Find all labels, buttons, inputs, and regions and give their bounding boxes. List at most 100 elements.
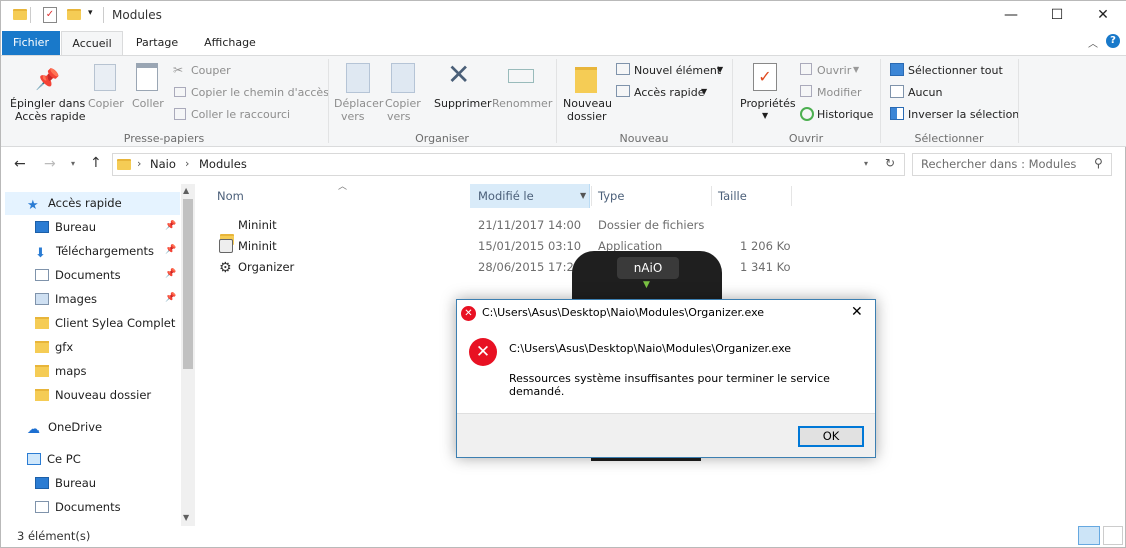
error-dialog: ✕ C:\Users\Asus\Desktop\Naio\Modules\Org… bbox=[456, 299, 876, 458]
tab-fichier[interactable]: Fichier bbox=[2, 31, 60, 55]
edit-button[interactable]: Modifier bbox=[817, 86, 861, 99]
move-to-button-2[interactable]: vers bbox=[341, 110, 365, 123]
nav-scrollbar-thumb[interactable] bbox=[183, 199, 193, 369]
ok-button[interactable]: OK bbox=[798, 426, 864, 447]
cut-button[interactable]: Couper bbox=[191, 64, 231, 77]
nav-item-label: Bureau bbox=[55, 220, 97, 234]
select-none-button[interactable]: Aucun bbox=[908, 86, 943, 99]
file-date: 28/06/2015 17:25 bbox=[478, 260, 582, 274]
tiles-view-icon[interactable] bbox=[1103, 526, 1123, 545]
breadcrumb-modules[interactable]: Modules bbox=[199, 157, 247, 171]
folder-icon bbox=[35, 389, 49, 401]
nav-item[interactable]: ⬇ Téléchargements bbox=[35, 240, 154, 262]
scroll-up-icon[interactable]: ▲ bbox=[183, 186, 189, 195]
copy-button[interactable]: Copier bbox=[88, 97, 124, 110]
move-to-button-1[interactable]: Déplacer bbox=[334, 97, 383, 110]
divider bbox=[103, 7, 104, 23]
dialog-close-button[interactable]: ✕ bbox=[851, 304, 863, 320]
refresh-icon[interactable]: ↻ bbox=[885, 156, 895, 170]
invert-selection-button[interactable]: Inverser la sélection bbox=[908, 108, 1019, 121]
customize-qat-icon[interactable]: ▾ bbox=[88, 8, 93, 18]
paste-button[interactable]: Coller bbox=[132, 97, 164, 110]
nav-item[interactable]: Client Sylea Complet bbox=[35, 312, 175, 334]
nav-item-label: Images bbox=[55, 292, 98, 306]
select-all-button[interactable]: Sélectionner tout bbox=[908, 64, 1003, 77]
application-icon bbox=[219, 239, 233, 253]
search-icon[interactable]: ⚲ bbox=[1094, 156, 1103, 170]
new-folder-button-2[interactable]: dossier bbox=[567, 110, 607, 123]
nav-item[interactable]: maps bbox=[35, 360, 87, 382]
column-header-modifie[interactable]: Modifié le bbox=[478, 184, 534, 208]
file-name[interactable]: Organizer bbox=[238, 257, 294, 278]
nav-item[interactable]: Bureau bbox=[35, 472, 96, 494]
tab-affichage[interactable]: Affichage bbox=[197, 31, 263, 55]
copy-path-button[interactable]: Copier le chemin d'accès bbox=[191, 86, 329, 99]
pin-quick-access-label-2[interactable]: Accès rapide bbox=[15, 110, 85, 123]
delete-button[interactable]: Supprimer bbox=[434, 97, 492, 110]
nav-item-label: Nouveau dossier bbox=[55, 388, 152, 402]
pin-icon[interactable]: 📌 bbox=[165, 269, 176, 279]
nav-item[interactable]: ★ Accès rapide bbox=[27, 192, 122, 214]
chevron-down-icon[interactable]: ▼ bbox=[701, 87, 707, 96]
nav-item[interactable]: Images bbox=[35, 288, 97, 310]
details-view-icon[interactable] bbox=[1078, 526, 1100, 545]
nav-item[interactable]: Documents bbox=[35, 496, 121, 518]
nav-item[interactable]: Ce PC bbox=[27, 448, 81, 470]
nav-item-label: Documents bbox=[55, 500, 121, 514]
select-all-icon bbox=[890, 63, 904, 76]
nav-item[interactable]: Documents bbox=[35, 264, 121, 286]
rename-button[interactable]: Renommer bbox=[492, 97, 552, 110]
nav-item[interactable]: Nouveau dossier bbox=[35, 384, 151, 406]
pin-icon[interactable]: 📌 bbox=[165, 293, 176, 303]
tab-accueil[interactable]: Accueil bbox=[61, 31, 123, 56]
collapse-ribbon-icon[interactable]: ︿ bbox=[1088, 35, 1098, 50]
chevron-down-icon[interactable]: ▼ bbox=[717, 65, 723, 74]
scroll-down-icon[interactable]: ▼ bbox=[183, 513, 189, 522]
history-button[interactable]: Historique bbox=[817, 108, 873, 121]
column-header-type[interactable]: Type bbox=[598, 184, 624, 208]
group-label-nouveau: Nouveau bbox=[619, 132, 669, 145]
invert-selection-icon bbox=[890, 107, 904, 120]
folder-icon bbox=[35, 317, 49, 329]
column-header-nom[interactable]: Nom bbox=[217, 184, 244, 208]
close-button[interactable]: ✕ bbox=[1080, 1, 1126, 31]
properties-qat-icon[interactable]: ✓ bbox=[43, 7, 57, 23]
tab-partage[interactable]: Partage bbox=[129, 31, 185, 55]
select-none-icon bbox=[890, 85, 904, 98]
nav-item-label: gfx bbox=[55, 340, 74, 354]
copy-to-button-1[interactable]: Copier bbox=[385, 97, 421, 110]
pin-quick-access-label-1[interactable]: Épingler dans bbox=[10, 97, 85, 110]
recent-locations-icon[interactable]: ▾ bbox=[71, 159, 75, 168]
forward-arrow-icon[interactable]: → bbox=[44, 156, 56, 172]
nav-item[interactable]: Bureau bbox=[35, 216, 96, 238]
chevron-down-icon[interactable]: ▼ bbox=[853, 65, 859, 74]
nav-item[interactable]: ☁ OneDrive bbox=[27, 416, 102, 438]
new-folder-button-1[interactable]: Nouveau bbox=[563, 97, 612, 110]
pin-icon[interactable]: 📌 bbox=[165, 245, 176, 255]
file-name[interactable]: Mininit bbox=[238, 215, 277, 236]
address-dropdown-icon[interactable]: ▾ bbox=[864, 159, 868, 168]
minimize-button[interactable]: — bbox=[988, 1, 1034, 31]
help-icon[interactable]: ? bbox=[1106, 34, 1120, 48]
maximize-button[interactable]: ☐ bbox=[1034, 1, 1080, 31]
properties-button[interactable]: Propriétés bbox=[740, 97, 796, 110]
file-name[interactable]: Mininit bbox=[238, 236, 277, 257]
group-label-organiser: Organiser bbox=[415, 132, 469, 145]
chevron-down-icon[interactable]: ▼ bbox=[762, 111, 768, 120]
open-button[interactable]: Ouvrir bbox=[817, 64, 851, 77]
nav-item[interactable]: gfx bbox=[35, 336, 73, 358]
new-item-button[interactable]: Nouvel élément bbox=[634, 64, 721, 77]
triangle-icon: ▼ bbox=[643, 280, 650, 290]
up-arrow-icon[interactable]: ↑ bbox=[90, 155, 102, 171]
image-icon bbox=[35, 293, 49, 305]
column-header-taille[interactable]: Taille bbox=[718, 184, 747, 208]
easy-access-button[interactable]: Accès rapide bbox=[634, 86, 704, 99]
new-folder-qat-icon[interactable] bbox=[67, 9, 81, 20]
copy-to-button-2[interactable]: vers bbox=[387, 110, 411, 123]
breadcrumb-naio[interactable]: Naio bbox=[150, 157, 176, 171]
open-icon bbox=[800, 63, 812, 75]
pin-icon[interactable]: 📌 bbox=[165, 221, 176, 231]
column-filter-chevron-icon[interactable]: ▼ bbox=[580, 191, 586, 200]
paste-shortcut-button[interactable]: Coller le raccourci bbox=[191, 108, 290, 121]
back-arrow-icon[interactable]: ← bbox=[14, 156, 26, 172]
